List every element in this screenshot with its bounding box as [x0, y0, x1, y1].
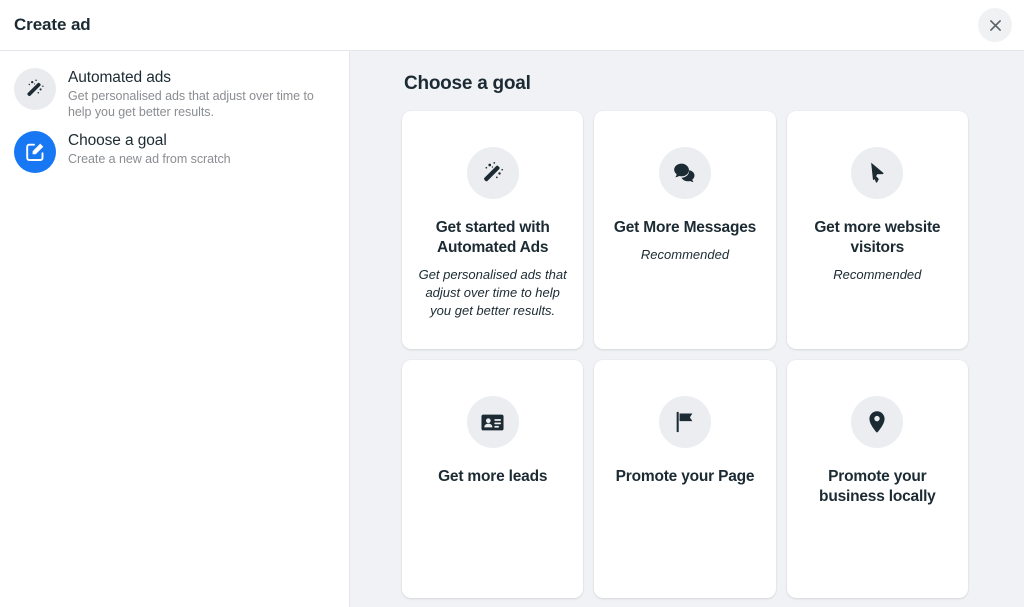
edit-square-icon: [14, 131, 56, 173]
goal-card-title: Get more leads: [438, 468, 548, 485]
speech-bubbles-icon: [658, 147, 711, 199]
sidebar-item-text: Choose a goal Create a new ad from scrat…: [68, 130, 231, 167]
goal-card-automated-ads[interactable]: Get started with Automated Ads Get perso…: [402, 111, 584, 349]
create-ad-dialog: Create ad Automated ads Get personalised…: [0, 0, 1024, 607]
sidebar-item-automated-ads[interactable]: Automated ads Get personalised ads that …: [10, 63, 339, 126]
goal-card-subtitle: Get personalised ads that adjust over ti…: [418, 267, 567, 318]
sidebar-item-title: Automated ads: [68, 69, 171, 86]
sidebar-item-description: Create a new ad from scratch: [68, 152, 231, 166]
goal-card-title: Get More Messages: [613, 219, 757, 236]
goal-card-get-more-messages[interactable]: Get More Messages Recommended: [594, 111, 776, 349]
goal-card-grid: Get started with Automated Ads Get perso…: [402, 111, 968, 598]
goal-card-website-visitors[interactable]: Get more website visitors Recommended: [786, 111, 968, 349]
cursor-pointer-icon: [851, 147, 904, 199]
main-heading: Choose a goal: [404, 73, 531, 94]
goal-card-promote-your-page[interactable]: Promote your Page: [594, 360, 776, 598]
map-pin-icon: [851, 396, 904, 448]
sidebar: Automated ads Get personalised ads that …: [0, 51, 350, 607]
goal-card-get-more-leads[interactable]: Get more leads: [402, 360, 584, 598]
sidebar-item-choose-a-goal[interactable]: Choose a goal Create a new ad from scrat…: [10, 126, 339, 179]
dialog-header: Create ad: [0, 0, 1024, 51]
main-content: Choose a goal Get started with Automated…: [350, 51, 1024, 607]
goal-card-title: Promote your business locally: [819, 468, 936, 505]
goal-card-promote-business-locally[interactable]: Promote your business locally: [786, 360, 968, 598]
flag-icon: [658, 396, 711, 448]
goal-card-title: Promote your Page: [615, 468, 755, 485]
goal-card-subtitle: Recommended: [833, 267, 922, 282]
sidebar-item-text: Automated ads Get personalised ads that …: [68, 67, 324, 120]
goal-card-title: Get started with Automated Ads: [435, 219, 550, 256]
sidebar-item-title: Choose a goal: [68, 132, 167, 149]
magic-wand-icon: [14, 68, 56, 110]
contact-card-icon: [466, 396, 519, 448]
page-title: Create ad: [14, 15, 91, 34]
goal-card-title: Get more website visitors: [814, 219, 941, 256]
sidebar-item-description: Get personalised ads that adjust over ti…: [68, 89, 314, 119]
dialog-body: Automated ads Get personalised ads that …: [0, 51, 1024, 607]
goal-card-subtitle: Recommended: [640, 247, 730, 262]
close-button[interactable]: [978, 8, 1012, 42]
magic-wand-icon: [466, 147, 519, 199]
close-icon: [987, 17, 1004, 34]
